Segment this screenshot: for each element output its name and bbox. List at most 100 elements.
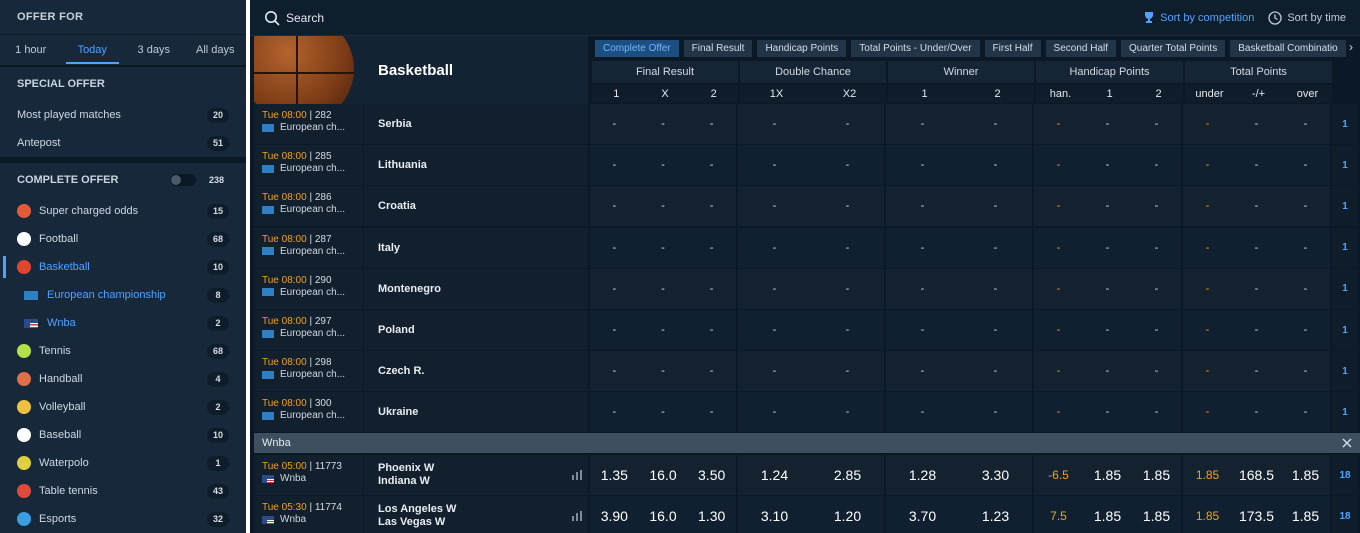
table-row[interactable]: Tue 08:00 | 300 European ch... Ukraine - - - -…	[254, 392, 1360, 433]
tab-second-half[interactable]: Second Half	[1045, 39, 1117, 57]
table-row[interactable]: Tue 08:00 | 297 European ch... Poland - - - - -…	[254, 310, 1360, 350]
odds-cell[interactable]: -	[1083, 351, 1132, 391]
odds-cell[interactable]: 1.85	[1132, 455, 1181, 495]
tab-first-half[interactable]: First Half	[984, 39, 1041, 57]
sidebar-item-most-played[interactable]: Most played matches 20	[0, 101, 246, 129]
odds-cell[interactable]: -	[811, 145, 884, 185]
odds-cell[interactable]: -	[738, 392, 811, 432]
odds-cell[interactable]: -	[687, 186, 736, 226]
odds-cell[interactable]: -	[886, 186, 959, 226]
odds-cell[interactable]: -	[1132, 310, 1181, 350]
odds-cell[interactable]: -	[639, 392, 688, 432]
table-row[interactable]: Tue 08:00 | 282 European ch... Serbia - - - - -…	[254, 104, 1360, 144]
odds-cell[interactable]: -	[687, 104, 736, 144]
time-tab-1-hour[interactable]: 1 hour	[0, 35, 62, 65]
table-row[interactable]: Tue 05:30 | 11774 Wnba Los Angeles W Las Ve…	[254, 496, 1360, 533]
odds-cell[interactable]: -	[590, 186, 639, 226]
odds-cell[interactable]: 173.5	[1232, 496, 1281, 533]
odds-cell[interactable]: -	[639, 351, 688, 391]
tab-total-points-under-over[interactable]: Total Points - Under/Over	[851, 39, 980, 57]
odds-cell[interactable]: -	[1132, 392, 1181, 432]
odds-cell[interactable]: -	[590, 145, 639, 185]
odds-cell[interactable]: -	[1132, 104, 1181, 144]
odds-cell[interactable]: -	[1183, 269, 1232, 309]
odds-cell[interactable]: -	[959, 145, 1032, 185]
sidebar-item-super-charged-odds[interactable]: Super charged odds 15	[0, 197, 246, 225]
odds-cell[interactable]: -	[590, 269, 639, 309]
odds-cell[interactable]: -	[1281, 145, 1330, 185]
odds-cell[interactable]: -	[959, 310, 1032, 350]
odds-cell[interactable]: 16.0	[639, 496, 688, 533]
odds-cell[interactable]: -	[1281, 351, 1330, 391]
odds-cell[interactable]: -	[687, 310, 736, 350]
odds-cell[interactable]: -	[1183, 310, 1232, 350]
odds-cell[interactable]: -	[811, 351, 884, 391]
odds-cell[interactable]: -	[886, 104, 959, 144]
odds-cell[interactable]: -	[1034, 392, 1083, 432]
table-row[interactable]: Tue 08:00 | 298 European ch... Czech R. - - -…	[254, 351, 1360, 392]
odds-cell[interactable]: 1.28	[886, 455, 959, 495]
odds-cell[interactable]: 168.5	[1232, 455, 1281, 495]
odds-cell[interactable]: -	[1232, 351, 1281, 391]
table-row[interactable]: Tue 08:00 | 285 European ch... Lithuania - -…	[254, 145, 1360, 186]
more-markets-button[interactable]: 1	[1332, 392, 1358, 433]
odds-cell[interactable]: 1.23	[959, 496, 1032, 533]
tab-complete-offer[interactable]: Complete Offer	[595, 39, 679, 57]
search-input[interactable]: Search	[264, 10, 1129, 26]
sidebar-item-waterpolo[interactable]: Waterpolo 1	[0, 449, 246, 477]
odds-cell[interactable]: -	[811, 310, 884, 350]
odds-cell[interactable]: -	[1083, 228, 1132, 268]
sidebar-item-antepost[interactable]: Antepost 51	[0, 129, 246, 157]
odds-cell[interactable]: -	[1232, 104, 1281, 144]
odds-cell[interactable]: -	[639, 145, 688, 185]
odds-cell[interactable]: -	[1132, 186, 1181, 226]
odds-cell[interactable]: -	[590, 351, 639, 391]
odds-cell[interactable]: -	[1034, 145, 1083, 185]
odds-cell[interactable]: -	[1281, 104, 1330, 144]
sidebar-item-table-tennis[interactable]: Table tennis 43	[0, 477, 246, 505]
more-markets-button[interactable]: 18	[1332, 455, 1358, 495]
sidebar-item-wnba[interactable]: Wnba 2	[0, 309, 246, 337]
odds-cell[interactable]: -	[738, 269, 811, 309]
more-markets-button[interactable]: 1	[1332, 310, 1358, 350]
odds-cell[interactable]: -	[1281, 310, 1330, 350]
odds-cell[interactable]: -	[811, 104, 884, 144]
odds-cell[interactable]: 1.85	[1183, 455, 1232, 495]
odds-cell[interactable]: -	[1132, 145, 1181, 185]
odds-cell[interactable]: -	[886, 269, 959, 309]
odds-cell[interactable]: -	[687, 228, 736, 268]
odds-cell[interactable]: -	[1183, 228, 1232, 268]
odds-cell[interactable]: -	[639, 104, 688, 144]
odds-cell[interactable]: -	[687, 351, 736, 391]
odds-cell[interactable]: -	[1132, 351, 1181, 391]
odds-cell[interactable]: -	[959, 351, 1032, 391]
odds-cell[interactable]: 1.35	[590, 455, 639, 495]
odds-cell[interactable]: -	[959, 104, 1032, 144]
odds-cell[interactable]: 3.50	[687, 455, 736, 495]
odds-cell[interactable]: 1.85	[1083, 455, 1132, 495]
competition-header-wnba[interactable]: Wnba	[254, 433, 1360, 453]
odds-cell[interactable]: -	[1183, 351, 1232, 391]
more-markets-button[interactable]: 1	[1332, 351, 1358, 392]
table-row[interactable]: Tue 08:00 | 287 European ch... Italy - - - - - -…	[254, 227, 1360, 268]
odds-cell[interactable]: -	[1132, 269, 1181, 309]
odds-cell[interactable]: -	[811, 186, 884, 226]
odds-cell[interactable]: -	[811, 392, 884, 432]
odds-cell[interactable]: 7.5	[1034, 496, 1083, 533]
odds-cell[interactable]: 3.90	[590, 496, 639, 533]
odds-cell[interactable]: 1.85	[1083, 496, 1132, 533]
sidebar-item-baseball[interactable]: Baseball 10	[0, 421, 246, 449]
odds-cell[interactable]: -	[886, 310, 959, 350]
odds-cell[interactable]: -	[738, 186, 811, 226]
sidebar-item-esports[interactable]: Esports 32	[0, 505, 246, 533]
odds-cell[interactable]: -	[1183, 186, 1232, 226]
odds-cell[interactable]: -	[639, 269, 688, 309]
sort-by-competition-button[interactable]: Sort by competition	[1143, 11, 1254, 24]
tab-final-result[interactable]: Final Result	[683, 39, 753, 57]
chevron-left-icon[interactable]: ‹	[1331, 40, 1335, 54]
tab-quarter-total-points[interactable]: Quarter Total Points	[1121, 39, 1226, 57]
odds-cell[interactable]: -	[1232, 145, 1281, 185]
odds-cell[interactable]: -	[959, 186, 1032, 226]
odds-cell[interactable]: -	[1034, 310, 1083, 350]
more-markets-button[interactable]: 1	[1332, 186, 1358, 227]
